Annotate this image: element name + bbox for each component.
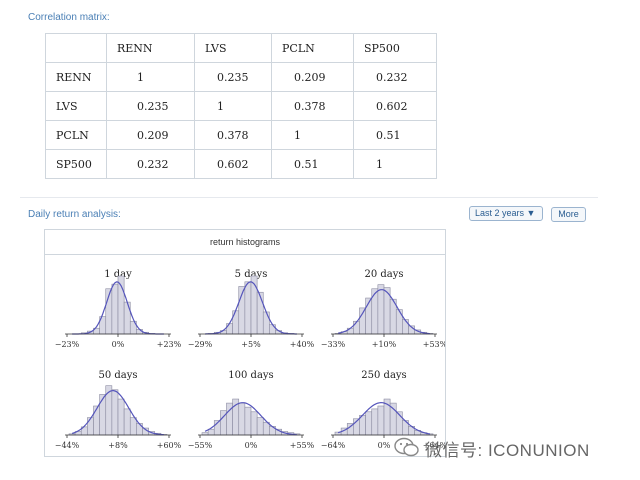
histogram-bar xyxy=(256,291,264,335)
row-header: LVS xyxy=(45,91,107,121)
section-divider xyxy=(20,197,598,198)
row-header: RENN xyxy=(45,62,107,92)
x-tick-label: −23% xyxy=(55,340,80,349)
correlation-cell: 1 xyxy=(106,62,195,92)
histogram-bar xyxy=(244,281,252,335)
correlation-cell: 1 xyxy=(194,91,272,121)
histogram-bar xyxy=(93,405,100,436)
histogram-bar xyxy=(117,398,125,436)
histogram-bar xyxy=(111,283,119,335)
correlation-cell: 0.51 xyxy=(271,149,354,179)
histogram-bar xyxy=(207,428,215,436)
x-tick-label: −44% xyxy=(55,441,80,450)
table-row: PCLN 0.209 0.378 1 0.51 xyxy=(45,120,437,150)
histogram-bar xyxy=(377,284,385,335)
x-tick-label: 0% xyxy=(378,441,391,450)
correlation-matrix-title: Correlation matrix: xyxy=(28,12,110,23)
histogram-bar xyxy=(395,309,403,335)
histogram-bar xyxy=(87,417,94,436)
wechat-icon xyxy=(394,437,419,457)
histogram-bar xyxy=(244,406,252,436)
more-button[interactable]: More xyxy=(551,207,586,222)
histogram-bar xyxy=(371,408,379,436)
histogram-bar xyxy=(365,411,373,436)
correlation-cell: 1 xyxy=(271,120,354,150)
histogram-bar xyxy=(105,385,113,436)
histogram-2: 5 days−29% +5% +40% xyxy=(188,269,315,349)
histogram-title: 100 days xyxy=(228,370,273,381)
histogram-5: 100 days −55% 0% +55% xyxy=(188,370,315,450)
histogram-bar xyxy=(250,411,258,436)
column-header: PCLN xyxy=(271,33,354,63)
histogram-bar xyxy=(226,323,233,335)
x-tick-label: −29% xyxy=(188,340,213,349)
histogram-bar xyxy=(129,417,137,436)
column-header: LVS xyxy=(194,33,272,63)
x-tick-label: +8% xyxy=(108,441,128,450)
x-tick-label: 0% xyxy=(112,340,125,349)
correlation-cell: 0.602 xyxy=(353,91,437,121)
x-tick-label: +40% xyxy=(290,340,315,349)
histogram-bar xyxy=(123,408,131,436)
correlation-cell: 0.209 xyxy=(106,120,195,150)
return-histograms-panel: return histograms 1 day −23% 0% +23% 5 days −… xyxy=(44,229,446,457)
histogram-bar xyxy=(389,402,397,436)
correlation-cell: 0.602 xyxy=(194,149,272,179)
x-tick-label: −33% xyxy=(321,340,346,349)
correlation-cell: 0.232 xyxy=(106,149,195,179)
x-tick-label: −64% xyxy=(321,441,346,450)
correlation-header-row: RENN LVS PCLN SP500 xyxy=(45,33,437,63)
x-tick-label: +60% xyxy=(157,441,182,450)
table-row: RENN 1 0.235 0.209 0.232 xyxy=(45,62,437,92)
correlation-cell: 0.378 xyxy=(271,91,354,121)
x-tick-label: +10% xyxy=(372,340,397,349)
histogram-bar xyxy=(99,394,107,436)
correlation-cell: 0.235 xyxy=(194,62,272,92)
row-header: SP500 xyxy=(45,149,107,179)
correlation-cell: 0.235 xyxy=(106,91,195,121)
histogram-bar xyxy=(269,324,276,335)
correlation-table: RENN LVS PCLN SP500 RENN 1 0.235 0.209 0… xyxy=(45,33,437,179)
column-header: SP500 xyxy=(353,33,437,63)
row-header: PCLN xyxy=(45,120,107,150)
histogram-bar xyxy=(371,288,379,335)
correlation-cell: 0.378 xyxy=(194,120,272,150)
histogram-bar xyxy=(359,307,366,335)
histogram-bar xyxy=(402,319,409,335)
x-tick-label: 0% xyxy=(245,441,258,450)
table-row: SP500 0.232 0.602 0.51 1 xyxy=(45,149,437,179)
column-header: RENN xyxy=(106,33,195,63)
histogram-title: 250 days xyxy=(361,370,406,381)
correlation-cell: 1 xyxy=(353,149,437,179)
x-tick-label: +23% xyxy=(157,340,182,349)
histogram-3: 20 days −33% +10% +53% xyxy=(321,269,445,349)
x-tick-label: +55% xyxy=(290,441,315,450)
histogram-bar xyxy=(136,423,143,436)
watermark: 微信号: ICONUNION xyxy=(393,432,633,460)
daily-return-title: Daily return analysis: xyxy=(28,209,121,220)
correlation-cell: 0.51 xyxy=(353,120,437,150)
range-select[interactable]: Last 2 years ▼ xyxy=(469,206,543,221)
histogram-bar xyxy=(111,389,119,436)
corner-cell xyxy=(45,33,107,63)
x-tick-label: −55% xyxy=(188,441,213,450)
correlation-cell: 0.232 xyxy=(353,62,437,92)
histogram-title: 50 days xyxy=(98,370,137,381)
histogram-bar xyxy=(262,311,270,335)
histogram-bar xyxy=(238,402,246,436)
histograms-canvas: 1 day−23% 0% +23%5 days−29% +5% +40%20 days−… xyxy=(55,269,445,450)
correlation-cell: 0.209 xyxy=(271,62,354,92)
x-tick-label: +53% xyxy=(423,340,445,349)
histogram-1: 1 day−23% 0% +23% xyxy=(55,269,182,349)
watermark-text: 微信号: ICONUNION xyxy=(425,441,590,460)
histogram-bar xyxy=(256,417,264,436)
histogram-4: 50 days −44% +8% +60% xyxy=(55,370,182,450)
histograms-header: return histograms xyxy=(45,230,445,255)
histogram-bar xyxy=(377,405,385,436)
x-tick-label: +5% xyxy=(241,340,261,349)
histogram-title: 20 days xyxy=(364,269,403,280)
table-row: LVS 0.235 1 0.378 0.602 xyxy=(45,91,437,121)
histogram-bar xyxy=(346,327,354,335)
